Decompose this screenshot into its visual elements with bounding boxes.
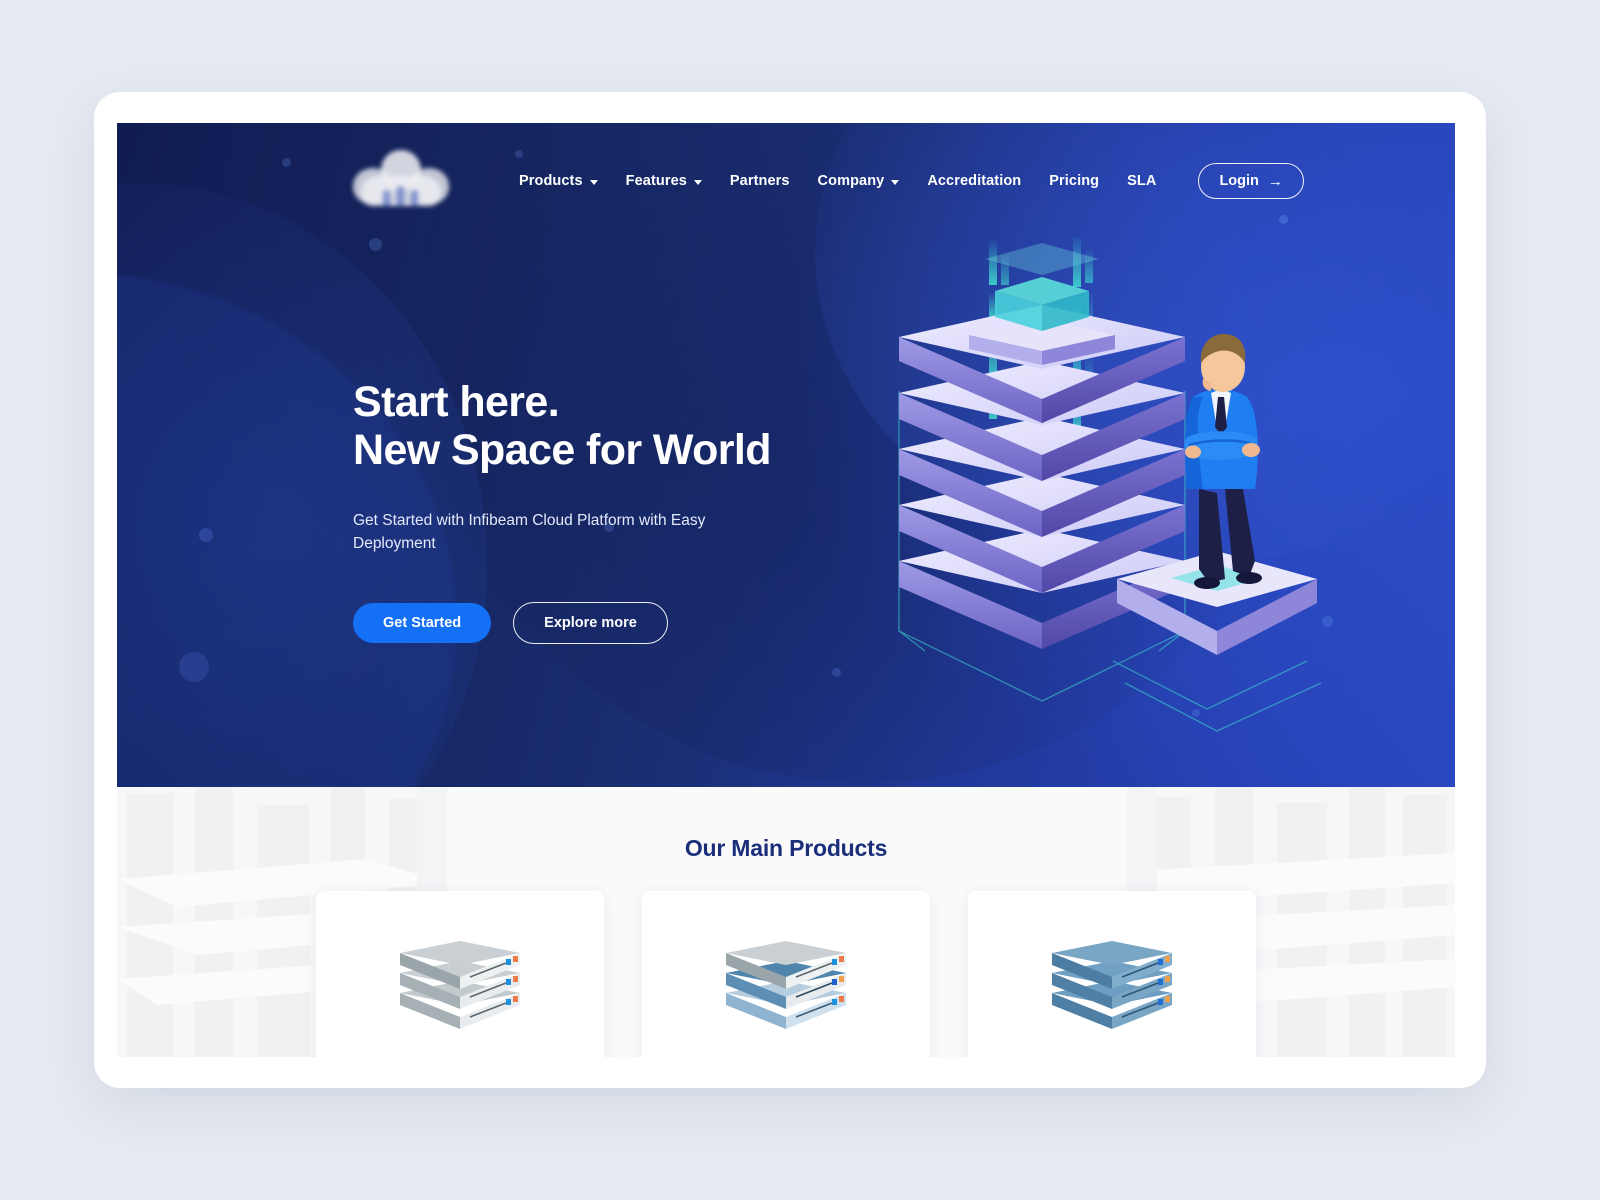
browser-frame: Products Features Partners Company Accre… — [94, 92, 1486, 1088]
server-stack-gray-blue-icon — [726, 941, 846, 1029]
server-stack-blue-icon — [1052, 941, 1172, 1029]
hero-copy: Start here. New Space for World Get Star… — [353, 378, 913, 645]
nav-label: Features — [625, 173, 687, 189]
product-card[interactable] — [316, 891, 604, 1057]
decorative-dot — [369, 238, 382, 251]
get-started-button[interactable]: Get Started — [353, 603, 492, 644]
nav-item-sla[interactable]: SLA — [1113, 165, 1170, 197]
cloud-crown-logo[interactable] — [353, 150, 449, 212]
nav-links: Products Features Partners Company Accre… — [505, 163, 1304, 199]
hero-cta-row: Get Started Explore more — [353, 602, 913, 645]
chevron-down-icon — [589, 179, 598, 185]
nav-label: Products — [519, 173, 583, 189]
page-screen: Products Features Partners Company Accre… — [117, 123, 1455, 1057]
nav-item-products[interactable]: Products — [505, 165, 612, 197]
products-section-title: Our Main Products — [684, 835, 888, 861]
login-label: Login — [1219, 173, 1259, 189]
businessman-figure — [1184, 333, 1262, 589]
nav-item-partners[interactable]: Partners — [716, 165, 804, 197]
hero-section: Products Features Partners Company Accre… — [117, 123, 1455, 787]
decorative-dot — [179, 652, 209, 682]
nav-label: Accreditation — [927, 173, 1022, 189]
product-card[interactable] — [968, 891, 1256, 1057]
hero-heading-line2: New Space for World — [353, 426, 771, 475]
hero-subtext: Get Started with Infibeam Cloud Platform… — [353, 512, 706, 553]
products-section: Our Main Products — [117, 787, 1455, 1057]
nav-label: Company — [817, 173, 885, 189]
server-stack-gray-icon — [400, 941, 520, 1029]
main-navbar: Products Features Partners Company Accre… — [117, 141, 1455, 221]
explore-more-button[interactable]: Explore more — [513, 602, 668, 645]
nav-item-features[interactable]: Features — [612, 165, 716, 197]
nav-label: SLA — [1127, 173, 1157, 189]
decorative-dot — [199, 528, 213, 542]
nav-item-pricing[interactable]: Pricing — [1035, 165, 1113, 197]
glowing-cube — [985, 243, 1099, 331]
nav-item-company[interactable]: Company — [804, 165, 914, 197]
nav-item-accreditation[interactable]: Accreditation — [913, 165, 1035, 197]
hero-illustration — [877, 231, 1397, 751]
product-card-row — [117, 891, 1455, 1057]
isometric-server-graphic — [898, 237, 1322, 732]
product-card[interactable] — [642, 891, 930, 1057]
nav-label: Partners — [729, 173, 790, 189]
decorative-dot — [832, 668, 841, 677]
chevron-down-icon — [891, 179, 900, 185]
arrow-right-icon: → — [1267, 172, 1283, 190]
chevron-down-icon — [693, 179, 702, 185]
login-button[interactable]: Login → — [1198, 163, 1304, 199]
hero-heading-line1: Start here. — [353, 378, 560, 426]
nav-label: Pricing — [1049, 173, 1100, 189]
